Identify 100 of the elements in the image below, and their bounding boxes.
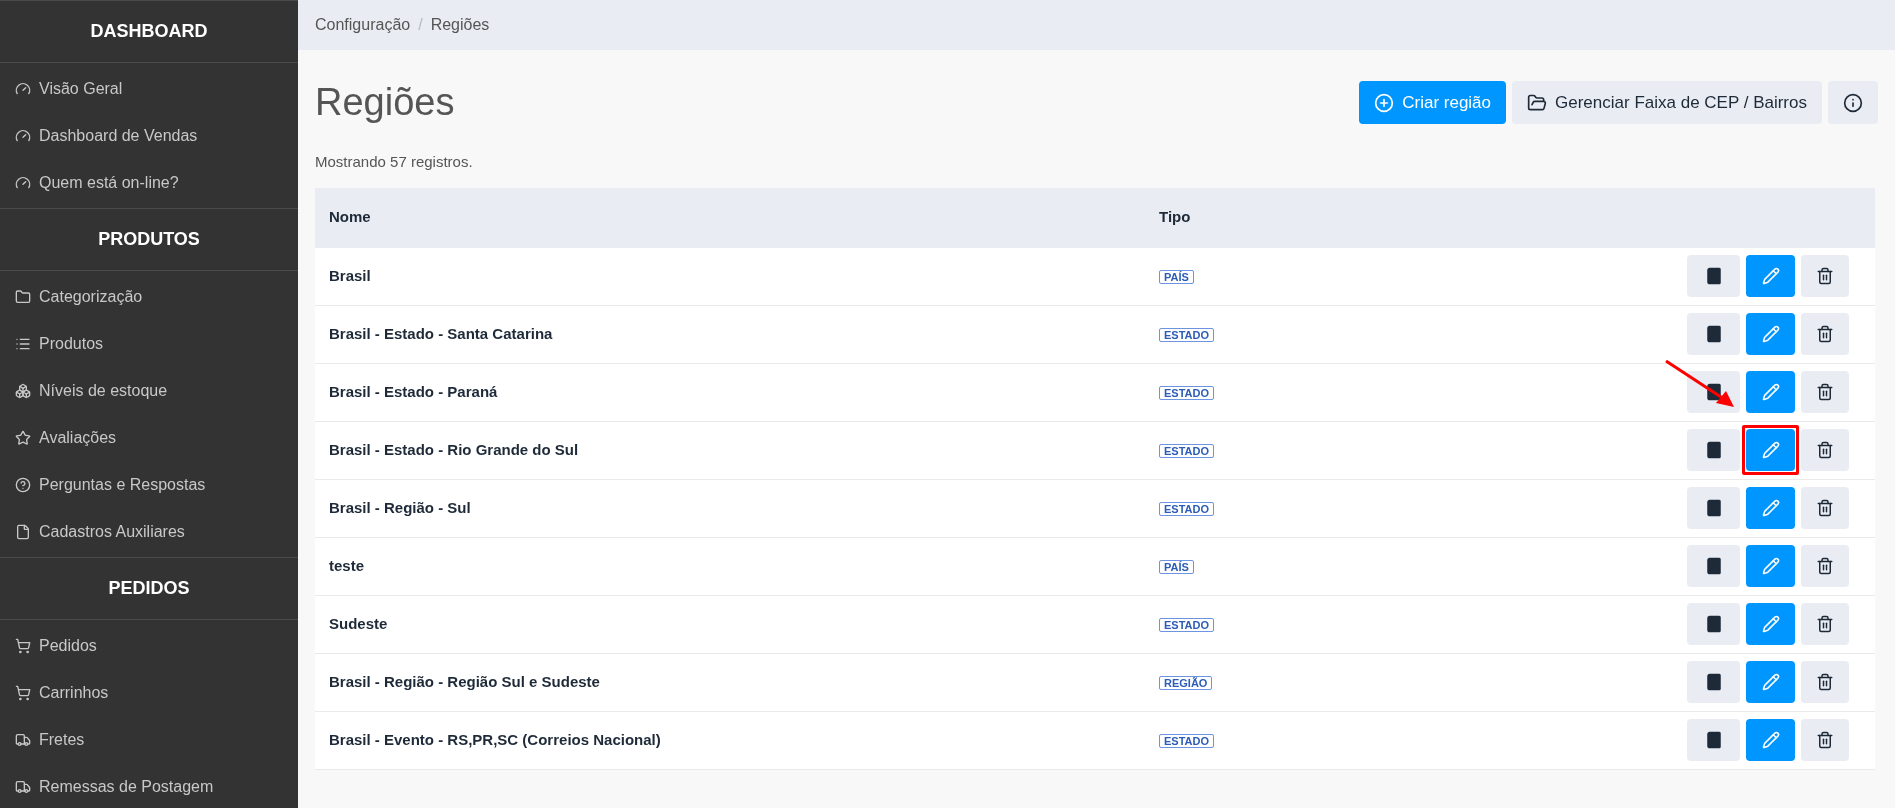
trash-icon: [1816, 499, 1834, 517]
table-cell-text: Brasil: [328, 265, 372, 286]
star-icon: [15, 429, 31, 446]
view-button[interactable]: [1687, 661, 1740, 703]
plus-icon: [1374, 92, 1395, 113]
trash-icon: [1816, 441, 1834, 459]
edit-button[interactable]: [1746, 371, 1795, 413]
sidebar-item[interactable]: Visão Geral: [0, 65, 298, 112]
book-icon: [1704, 267, 1723, 285]
type-badge: PAÍS: [1159, 270, 1194, 284]
table-cell-text: teste: [328, 555, 366, 576]
edit-button[interactable]: [1746, 603, 1795, 645]
arrow-annotation: [1664, 359, 1736, 409]
sidebar-item[interactable]: Perguntas e Respostas: [0, 461, 298, 508]
delete-button[interactable]: [1801, 371, 1849, 413]
delete-button[interactable]: [1801, 719, 1849, 761]
sidebar-section-title: PRODUTOS: [98, 228, 200, 251]
sidebar-item[interactable]: Produtos: [0, 320, 298, 367]
file-icon: [15, 523, 31, 540]
trash-icon: [1816, 383, 1834, 401]
page-title: Regiões: [315, 80, 455, 125]
pencil-icon: [1761, 615, 1780, 633]
book-icon: [1704, 673, 1723, 691]
action-button[interactable]: Gerenciar Faixa de CEP / Bairros: [1512, 81, 1822, 124]
view-button[interactable]: [1687, 313, 1740, 355]
sidebar-item[interactable]: Quem está on-line?: [0, 159, 298, 206]
book-icon: [1704, 731, 1723, 749]
table-cell-text: Brasil - Estado - Santa Catarina: [328, 323, 554, 344]
gauge-icon: [15, 174, 31, 191]
view-button[interactable]: [1687, 487, 1740, 529]
pencil-icon: [1761, 267, 1780, 285]
breadcrumb-link[interactable]: Regiões: [430, 13, 490, 37]
info-icon: [1843, 92, 1863, 113]
sidebar-item[interactable]: Avaliações: [0, 414, 298, 461]
pencil-icon: [1761, 325, 1780, 343]
delete-button[interactable]: [1801, 661, 1849, 703]
cart-icon: [15, 637, 31, 654]
table-cell-text: Brasil - Evento - RS,PR,SC (Correios Nacional): [328, 729, 662, 750]
column-header: Tipo: [1158, 207, 1191, 228]
record-count: Mostrando 57 registros.: [314, 152, 474, 172]
edit-button[interactable]: [1746, 661, 1795, 703]
delete-button[interactable]: [1801, 487, 1849, 529]
book-icon: [1704, 557, 1723, 575]
sidebar-item[interactable]: Cadastros Auxiliares: [0, 508, 298, 555]
sidebar-item[interactable]: Categorização: [0, 273, 298, 320]
sidebar-item[interactable]: Fretes: [0, 716, 298, 763]
view-button[interactable]: [1687, 429, 1740, 471]
delete-button[interactable]: [1801, 545, 1849, 587]
edit-button[interactable]: [1746, 487, 1795, 529]
cart-icon: [15, 684, 31, 701]
cubes-icon: [15, 382, 31, 399]
gauge-icon: [15, 80, 31, 97]
sidebar-item[interactable]: Pedidos: [0, 622, 298, 669]
table-cell-text: Brasil - Estado - Paraná: [328, 381, 499, 402]
type-badge: ESTADO: [1159, 444, 1215, 458]
type-badge: ESTADO: [1159, 618, 1215, 632]
book-icon: [1704, 499, 1723, 517]
column-header: Nome: [328, 207, 372, 228]
table-cell-text: Brasil - Região - Região Sul e Sudeste: [328, 671, 601, 692]
folder-icon: [15, 288, 31, 305]
breadcrumb-link[interactable]: Configuração: [315, 13, 411, 37]
type-badge: ESTADO: [1159, 734, 1215, 748]
edit-button[interactable]: [1746, 545, 1795, 587]
pencil-icon: [1761, 441, 1780, 459]
trash-icon: [1816, 325, 1834, 343]
type-badge: ESTADO: [1159, 502, 1215, 516]
delete-button[interactable]: [1801, 255, 1849, 297]
book-icon: [1704, 441, 1723, 459]
truck-icon: [15, 778, 31, 795]
sidebar-item[interactable]: Remessas de Postagem: [0, 763, 298, 808]
trash-icon: [1816, 673, 1834, 691]
breadcrumb-separator: /: [418, 15, 423, 35]
truck-icon: [15, 731, 31, 748]
type-badge: ESTADO: [1159, 386, 1215, 400]
pencil-icon: [1761, 499, 1780, 517]
delete-button[interactable]: [1801, 603, 1849, 645]
book-icon: [1704, 615, 1723, 633]
sidebar-section-title: PEDIDOS: [108, 577, 190, 600]
sidebar-section-title: DASHBOARD: [90, 20, 208, 43]
pencil-icon: [1761, 383, 1780, 401]
sidebar-item[interactable]: Dashboard de Vendas: [0, 112, 298, 159]
help-icon: [15, 476, 31, 493]
type-badge: ESTADO: [1159, 328, 1215, 342]
delete-button[interactable]: [1801, 313, 1849, 355]
trash-icon: [1816, 615, 1834, 633]
view-button[interactable]: [1687, 719, 1740, 761]
edit-button[interactable]: [1746, 719, 1795, 761]
view-button[interactable]: [1687, 255, 1740, 297]
sidebar-item[interactable]: Níveis de estoque: [0, 367, 298, 414]
pencil-icon: [1761, 731, 1780, 749]
trash-icon: [1816, 557, 1834, 575]
delete-button[interactable]: [1801, 429, 1849, 471]
edit-button[interactable]: [1746, 313, 1795, 355]
edit-button[interactable]: [1746, 255, 1795, 297]
trash-icon: [1816, 267, 1834, 285]
table-cell-text: Sudeste: [328, 613, 389, 634]
view-button[interactable]: [1687, 545, 1740, 587]
view-button[interactable]: [1687, 603, 1740, 645]
sidebar-item[interactable]: Carrinhos: [0, 669, 298, 716]
info-button[interactable]: [1828, 81, 1878, 124]
